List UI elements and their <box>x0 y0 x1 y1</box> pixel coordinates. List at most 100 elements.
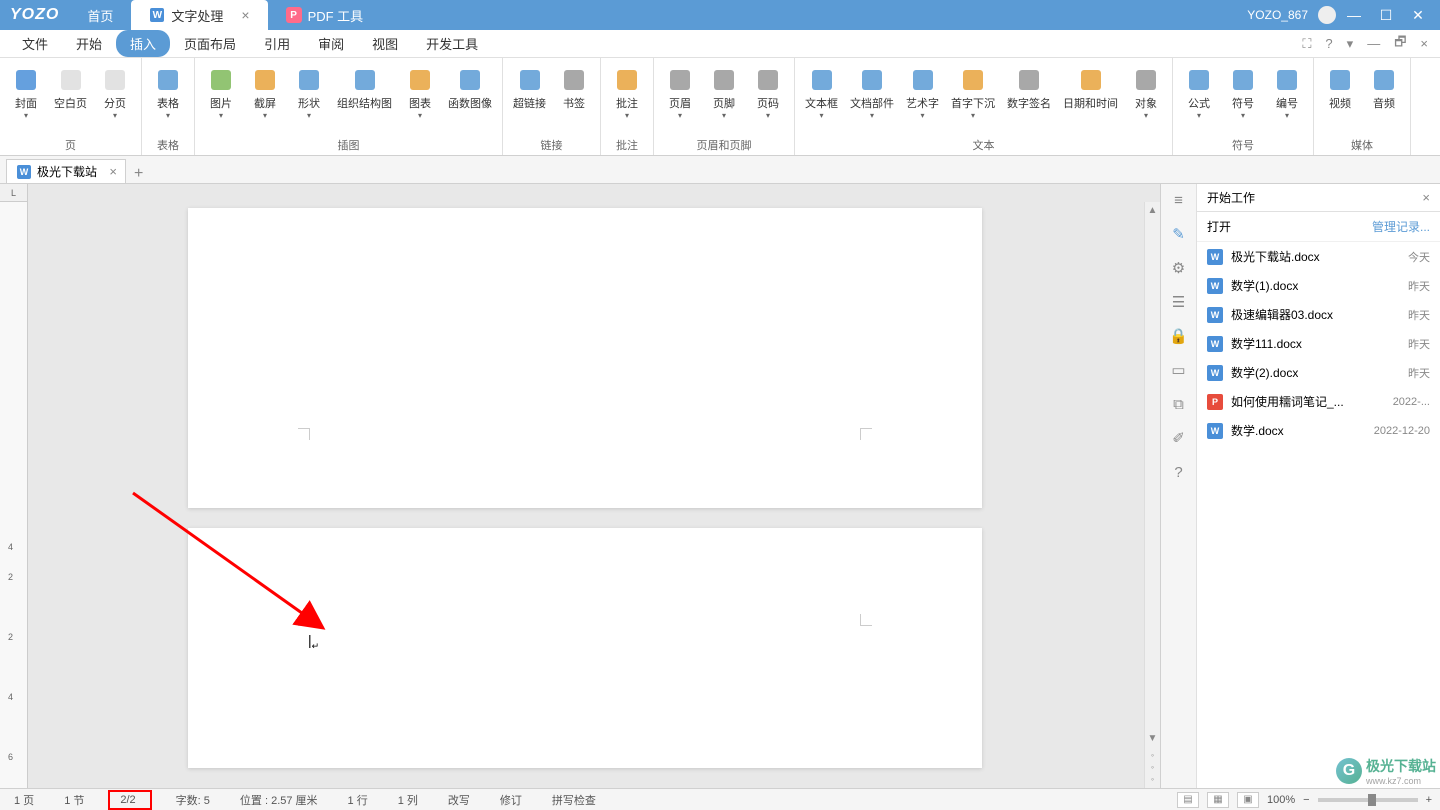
recent-file-item[interactable]: P如何使用糯词笔记_...2022-... <box>1197 387 1440 416</box>
menu-item-4[interactable]: 引用 <box>250 30 304 57</box>
ribbon-日期和时间[interactable]: 日期和时间 <box>1059 62 1122 113</box>
settings-icon[interactable]: ⚙ <box>1169 258 1189 278</box>
question-icon[interactable]: ? <box>1169 462 1189 482</box>
ribbon-批注[interactable]: 批注▾ <box>607 62 647 122</box>
status-pages[interactable]: 2/2 <box>108 790 151 810</box>
menu-item-1[interactable]: 开始 <box>62 30 116 57</box>
zoom-in-button[interactable]: + <box>1426 794 1432 806</box>
copy-icon[interactable]: ⧉ <box>1169 394 1189 414</box>
maximize-button[interactable]: ☐ <box>1372 5 1400 25</box>
close2-icon[interactable]: × <box>1416 36 1432 51</box>
menu-item-2[interactable]: 插入 <box>116 30 170 57</box>
ribbon-艺术字[interactable]: 艺术字▾ <box>902 62 943 122</box>
ribbon-文档部件[interactable]: 文档部件▾ <box>846 62 898 122</box>
status-track[interactable]: 修订 <box>494 790 528 810</box>
ribbon-编号[interactable]: 编号▾ <box>1267 62 1307 122</box>
recent-file-item[interactable]: W数学111.docx昨天 <box>1197 329 1440 358</box>
feedback-icon[interactable]: ⛶ <box>1298 36 1315 52</box>
status-section[interactable]: 1 节 <box>58 790 90 810</box>
close-button[interactable]: ✕ <box>1404 5 1432 25</box>
menu-item-3[interactable]: 页面布局 <box>170 30 250 57</box>
ribbon-数字签名[interactable]: 数字签名 <box>1003 62 1055 113</box>
help-icon[interactable]: ? <box>1321 36 1336 51</box>
zoom-label[interactable]: 100% <box>1267 794 1295 806</box>
title-tab-home[interactable]: 首页 <box>69 0 131 30</box>
ribbon-图片[interactable]: 图片▾ <box>201 62 241 122</box>
status-position[interactable]: 位置 : 2.57 厘米 <box>234 790 324 810</box>
view-outline-icon[interactable]: ▣ <box>1237 792 1259 808</box>
ribbon-页脚[interactable]: 页脚▾ <box>704 62 744 122</box>
ribbon-书签[interactable]: 书签 <box>554 62 594 113</box>
status-words[interactable]: 字数: 5 <box>170 790 216 810</box>
zoom-out-button[interactable]: − <box>1303 794 1309 806</box>
edit-icon[interactable]: ✐ <box>1169 428 1189 448</box>
zoom-slider[interactable] <box>1318 798 1418 802</box>
ribbon-首字下沉[interactable]: 首字下沉▾ <box>947 62 999 122</box>
hamburger-icon[interactable]: ≡ <box>1169 190 1189 210</box>
menu-item-6[interactable]: 视图 <box>358 30 412 57</box>
ribbon-视频[interactable]: 视频 <box>1320 62 1360 113</box>
view-web-icon[interactable]: ▦ <box>1207 792 1229 808</box>
recent-file-item[interactable]: W极速编辑器03.docx昨天 <box>1197 300 1440 329</box>
scroll-up-icon[interactable]: ▲ <box>1145 202 1160 218</box>
ribbon-封面[interactable]: 封面▾ <box>6 62 46 122</box>
menu-item-0[interactable]: 文件 <box>8 30 62 57</box>
ruler-corner[interactable]: L <box>0 184 28 202</box>
close-icon[interactable]: × <box>109 164 117 179</box>
manage-link[interactable]: 管理记录... <box>1372 218 1430 235</box>
ribbon-图表[interactable]: 图表▾ <box>400 62 440 122</box>
prev-page-icon[interactable]: ◦ <box>1151 750 1154 760</box>
menu-item-7[interactable]: 开发工具 <box>412 30 492 57</box>
minimize-button[interactable]: — <box>1340 5 1368 25</box>
pen-icon[interactable]: ✎ <box>1169 224 1189 244</box>
view-print-icon[interactable]: ▤ <box>1177 792 1199 808</box>
status-line[interactable]: 1 行 <box>342 790 374 810</box>
ribbon-组织结构图[interactable]: 组织结构图 <box>333 62 396 113</box>
recent-file-item[interactable]: W数学(1).docx昨天 <box>1197 271 1440 300</box>
ribbon-截屏[interactable]: 截屏▾ <box>245 62 285 122</box>
add-tab-button[interactable]: + <box>126 165 151 183</box>
page-1[interactable] <box>188 208 982 508</box>
ribbon-表格[interactable]: 表格▾ <box>148 62 188 122</box>
status-page[interactable]: 1 页 <box>8 790 40 810</box>
min2-icon[interactable]: — <box>1363 36 1384 51</box>
status-overwrite[interactable]: 改写 <box>442 790 476 810</box>
status-spell[interactable]: 拼写检查 <box>546 790 602 810</box>
ribbon-公式[interactable]: 公式▾ <box>1179 62 1219 122</box>
title-tab-pdf[interactable]: P PDF 工具 <box>268 0 382 30</box>
status-column[interactable]: 1 列 <box>392 790 424 810</box>
recent-file-item[interactable]: W数学.docx2022-12-20 <box>1197 416 1440 445</box>
ribbon-形状[interactable]: 形状▾ <box>289 62 329 122</box>
menu-item-5[interactable]: 审阅 <box>304 30 358 57</box>
recent-file-item[interactable]: W数学(2).docx昨天 <box>1197 358 1440 387</box>
ribbon-分页[interactable]: 分页▾ <box>95 62 135 122</box>
ribbon-页眉[interactable]: 页眉▾ <box>660 62 700 122</box>
close-icon[interactable]: × <box>1422 190 1430 205</box>
lock-icon[interactable]: 🔒 <box>1169 326 1189 346</box>
page-area[interactable]: |↵ <box>28 202 1144 788</box>
ribbon-符号[interactable]: 符号▾ <box>1223 62 1263 122</box>
ribbon-音频[interactable]: 音频 <box>1364 62 1404 113</box>
avatar-icon[interactable] <box>1318 6 1336 24</box>
restore-icon[interactable]: 🗗 <box>1390 33 1410 55</box>
recent-file-item[interactable]: W极光下载站.docx今天 <box>1197 242 1440 271</box>
scroll-down-icon[interactable]: ▼ <box>1145 730 1160 746</box>
close-icon[interactable]: × <box>241 7 249 23</box>
list-icon[interactable]: ☰ <box>1169 292 1189 312</box>
next-page-icon[interactable]: ◦ <box>1151 774 1154 784</box>
vertical-scrollbar[interactable]: ▲ ▼ ◦ ◦ ◦ <box>1144 202 1160 788</box>
title-tab-doc[interactable]: W 文字处理 × <box>131 0 267 30</box>
user-label[interactable]: YOZO_867 <box>1247 8 1308 22</box>
ribbon-页码[interactable]: 页码▾ <box>748 62 788 122</box>
page-2[interactable]: |↵ <box>188 528 982 768</box>
ribbon-空白页[interactable]: 空白页 <box>50 62 91 113</box>
ribbon-超链接[interactable]: 超链接 <box>509 62 550 113</box>
chevron-down-icon[interactable]: ▾ <box>1343 36 1358 52</box>
ruler-vertical[interactable]: 4 2 2 4 6 <box>0 202 28 788</box>
goto-page-icon[interactable]: ◦ <box>1151 762 1154 772</box>
book-icon[interactable]: ▭ <box>1169 360 1189 380</box>
ribbon-文本框[interactable]: 文本框▾ <box>801 62 842 122</box>
doc-tab[interactable]: W 极光下载站 × <box>6 159 126 183</box>
ribbon-对象[interactable]: 对象▾ <box>1126 62 1166 122</box>
ribbon-函数图像[interactable]: 函数图像 <box>444 62 496 113</box>
